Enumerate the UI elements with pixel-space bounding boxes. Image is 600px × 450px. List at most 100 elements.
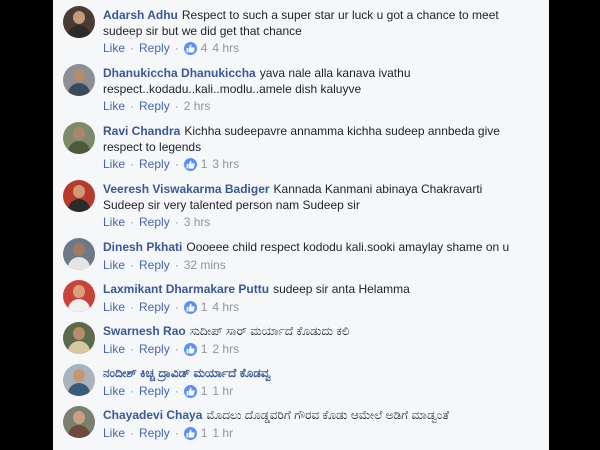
thumbs-up-icon (183, 426, 197, 440)
like-link[interactable]: Like (103, 426, 125, 440)
like-count: 1 (200, 300, 208, 314)
comment-timestamp[interactable]: 4 hrs (212, 300, 239, 314)
comment-text: ಮೊದಲು ದೊಡ್ಡವರಿಗೆ ಗೌರವ ಕೊಡು ಆಮೇಲೆ ಅಡಿಗೆ ಮ… (206, 408, 450, 422)
reply-link[interactable]: Reply (139, 426, 170, 440)
like-link[interactable]: Like (103, 384, 125, 398)
avatar-head (73, 243, 85, 256)
commenter-avatar[interactable] (63, 280, 95, 312)
like-link[interactable]: Like (103, 215, 125, 229)
comment-actions: Like · Reply · 1 4 hrs (103, 300, 239, 314)
commenter-avatar[interactable] (63, 322, 95, 354)
commenter-avatar[interactable] (63, 364, 95, 396)
comment-timestamp[interactable]: 2 hrs (184, 99, 211, 113)
reply-link[interactable]: Reply (139, 215, 170, 229)
commenter-avatar[interactable] (63, 238, 95, 270)
comment-author[interactable]: ನಂದೀಶ್ ಕಿಚ್ಚ ದ್ರಾವಿಡ್ ಮರ್ಯಾದೆ ಕೊಡವ್ವ (103, 366, 271, 380)
reply-link[interactable]: Reply (139, 300, 170, 314)
thumbs-up-icon (183, 157, 197, 171)
comment-actions: Like · Reply · 1 1 hr (103, 384, 233, 398)
separator-dot: · (174, 99, 179, 113)
comment-timestamp[interactable]: 3 hrs (184, 215, 211, 229)
avatar-torso (68, 83, 90, 96)
comment-actions: Like · Reply · 1 3 hrs (103, 157, 239, 171)
comment-author[interactable]: Dinesh Pkhati (103, 240, 182, 254)
like-link[interactable]: Like (103, 258, 125, 272)
avatar-torso (68, 199, 90, 212)
like-link[interactable]: Like (103, 41, 125, 55)
like-link[interactable]: Like (103, 157, 125, 171)
comment-timestamp[interactable]: 1 hr (212, 384, 233, 398)
comment-text: sudeep sir anta Helamma (273, 282, 410, 296)
reply-link[interactable]: Reply (139, 258, 170, 272)
avatar-head (73, 185, 85, 198)
thumbs-up-icon (183, 384, 197, 398)
reaction-summary[interactable]: 4 (183, 41, 213, 55)
comment-author[interactable]: Chayadevi Chaya (103, 408, 202, 422)
comment-timestamp[interactable]: 2 hrs (212, 342, 239, 356)
commenter-avatar[interactable] (63, 64, 95, 96)
avatar-head (73, 11, 85, 24)
commenter-avatar[interactable] (63, 6, 95, 38)
avatar-torso (68, 299, 90, 312)
comment-author[interactable]: Swarnesh Rao (103, 324, 186, 338)
comment-author[interactable]: Veeresh Viswakarma Badiger (103, 182, 270, 196)
comment-text: Oooeee child respect kododu kali.sooki a… (186, 240, 510, 254)
comment-author[interactable]: Ravi Chandra (103, 124, 180, 138)
comment-actions: Like · Reply · 4 4 hrs (103, 41, 239, 55)
comment-timestamp[interactable]: 4 hrs (212, 41, 239, 55)
comment-body: Laxmikant Dharmakare Puttu sudeep sir ant… (103, 281, 523, 297)
like-link[interactable]: Like (103, 300, 125, 314)
reply-link[interactable]: Reply (139, 99, 170, 113)
separator-dot: · (174, 300, 179, 314)
comment-actions: Like · Reply · 3 hrs (103, 215, 210, 229)
commenter-avatar[interactable] (63, 180, 95, 212)
comment-timestamp[interactable]: 1 hr (212, 426, 233, 440)
comment-actions: Like · Reply · 2 hrs (103, 99, 210, 113)
separator-dot: · (130, 342, 135, 356)
comment-actions: Like · Reply · 32 mins (103, 258, 226, 272)
comment-author[interactable]: Laxmikant Dharmakare Puttu (103, 282, 269, 296)
reaction-summary[interactable]: 1 (183, 342, 213, 356)
like-count: 1 (200, 342, 208, 356)
comment-timestamp[interactable]: 3 hrs (212, 157, 239, 171)
separator-dot: · (130, 258, 135, 272)
reaction-summary[interactable]: 1 (183, 426, 213, 440)
separator-dot: · (174, 215, 179, 229)
reply-link[interactable]: Reply (139, 384, 170, 398)
comment-actions: Like · Reply · 1 1 hr (103, 426, 233, 440)
thumbs-up-icon (183, 342, 197, 356)
comment-author[interactable]: Dhanukiccha Dhanukiccha (103, 66, 256, 80)
separator-dot: · (130, 157, 135, 171)
separator-dot: · (174, 258, 179, 272)
comment-author[interactable]: Adarsh Adhu (103, 8, 178, 22)
avatar-torso (68, 257, 90, 270)
comment-actions: Like · Reply · 1 2 hrs (103, 342, 239, 356)
reply-link[interactable]: Reply (139, 41, 170, 55)
separator-dot: · (174, 384, 179, 398)
like-link[interactable]: Like (103, 99, 125, 113)
avatar-torso (68, 425, 90, 438)
like-link[interactable]: Like (103, 342, 125, 356)
reaction-summary[interactable]: 1 (183, 384, 213, 398)
comment-body: Veeresh Viswakarma Badiger Kannada Kanman… (103, 181, 523, 213)
separator-dot: · (174, 342, 179, 356)
avatar-torso (68, 383, 90, 396)
avatar-head (73, 411, 85, 424)
separator-dot: · (130, 41, 135, 55)
comment-timestamp[interactable]: 32 mins (184, 258, 226, 272)
reply-link[interactable]: Reply (139, 342, 170, 356)
reaction-summary[interactable]: 1 (183, 300, 213, 314)
avatar-head (73, 369, 85, 382)
commenter-avatar[interactable] (63, 406, 95, 438)
reply-link[interactable]: Reply (139, 157, 170, 171)
avatar-torso (68, 341, 90, 354)
comment-text: ಸುದೀಪ್ ಸಾರ್ ಮರ್ಯಾದೆ ಕೊಡುದು ಕಲಿ (189, 324, 350, 338)
reaction-summary[interactable]: 1 (183, 157, 213, 171)
like-count: 1 (200, 384, 208, 398)
comment-body: Dhanukiccha Dhanukiccha yava nale alla ka… (103, 65, 523, 97)
comments-panel: Adarsh Adhu Respect to such a super star … (53, 0, 549, 450)
avatar-torso (68, 25, 90, 38)
commenter-avatar[interactable] (63, 122, 95, 154)
like-count: 4 (200, 41, 208, 55)
comment-body: Dinesh Pkhati Oooeee child respect kododu… (103, 239, 523, 255)
